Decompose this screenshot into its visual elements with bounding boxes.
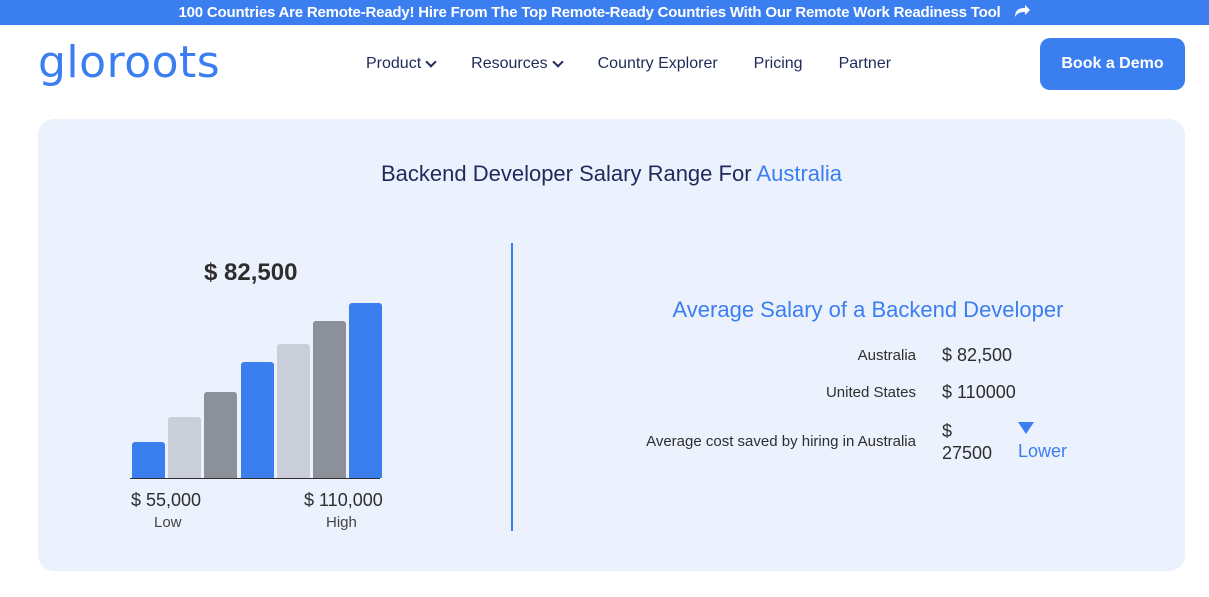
nav-item-country-explorer[interactable]: Country Explorer	[598, 55, 718, 73]
banner-text[interactable]: 100 Countries Are Remote-Ready! Hire Fro…	[179, 4, 1001, 21]
section-title: Backend Developer Salary Range For Austr…	[38, 161, 1185, 187]
salary-bar	[276, 344, 310, 478]
salary-bar	[204, 392, 238, 478]
average-salary-figure: $ 82,500	[204, 259, 298, 286]
title-prefix: Backend Developer Salary Range For	[380, 161, 752, 186]
country-label-australia: Australia	[857, 347, 916, 364]
nav-item-product[interactable]: Product	[366, 55, 437, 73]
lower-indicator: Lower	[1018, 422, 1067, 462]
salary-bar	[313, 320, 346, 478]
country-label-united-states: United States	[825, 384, 916, 401]
comparison-heading: Average Salary of a Backend Developer	[672, 297, 1064, 322]
salary-bar	[349, 303, 383, 478]
nav-item-partner[interactable]: Partner	[839, 55, 891, 73]
vertical-divider	[511, 243, 513, 531]
salary-value-united-states: $ 110000	[942, 382, 1016, 402]
top-navbar: gloroots Product Resources Country Explo…	[0, 25, 1209, 105]
chevron-down-icon	[425, 56, 437, 68]
lower-tag: Lower	[1018, 441, 1068, 461]
gloroots-logo[interactable]: gloroots	[38, 37, 220, 88]
high-salary-label: High	[326, 514, 357, 531]
announcement-banner[interactable]: 100 Countries Are Remote-Ready! Hire Fro…	[0, 0, 1209, 25]
salary-bar	[240, 361, 274, 478]
down-triangle-icon	[1018, 422, 1034, 434]
nav-links: Product Resources Country Explorer Prici…	[366, 55, 927, 73]
cost-saved-value: $ 27500	[942, 420, 1002, 464]
low-salary-label: Low	[154, 514, 182, 531]
nav-item-label: Country Explorer	[597, 55, 718, 72]
chevron-down-icon	[551, 56, 564, 68]
nav-item-label: Product	[366, 55, 422, 72]
nav-item-label: Resources	[471, 55, 548, 72]
cost-saved-currency: $	[942, 421, 953, 441]
nav-item-label: Pricing	[753, 55, 803, 72]
nav-item-label: Partner	[838, 55, 892, 72]
salary-bar-chart	[130, 299, 383, 479]
salary-bar	[132, 442, 165, 478]
salary-value-australia: $ 82,500	[942, 345, 1013, 365]
cost-saved-amount: 27500	[942, 443, 993, 463]
salary-bar	[168, 417, 202, 478]
salary-panel: Backend Developer Salary Range For Austr…	[38, 119, 1185, 571]
book-demo-button[interactable]: Book a Demo	[1040, 38, 1185, 90]
cost-saved-label: Average cost saved by hiring in Australi…	[646, 433, 916, 450]
share-arrow-icon[interactable]	[1013, 1, 1031, 26]
nav-item-resources[interactable]: Resources	[471, 55, 564, 73]
nav-item-pricing[interactable]: Pricing	[754, 55, 803, 73]
title-country: Australia	[756, 161, 843, 186]
chart-baseline	[130, 478, 380, 479]
low-salary-value: $ 55,000	[131, 490, 202, 510]
high-salary-value: $ 110,000	[304, 490, 383, 510]
